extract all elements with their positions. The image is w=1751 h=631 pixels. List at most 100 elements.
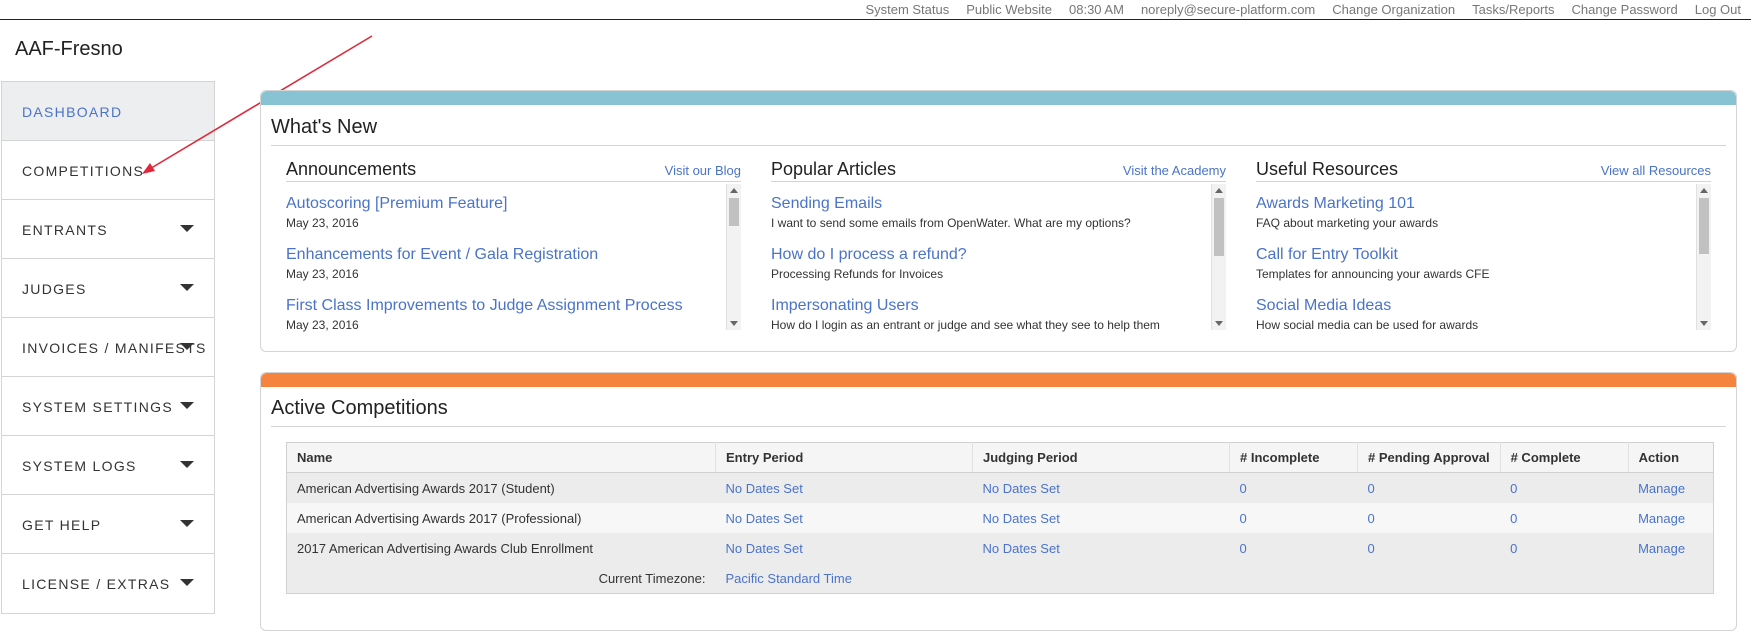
articles-scrollbar[interactable] [1211,184,1226,330]
scroll-thumb[interactable] [1699,198,1709,254]
announcements-title: Announcements [286,159,417,179]
sidebar-item-system-logs[interactable]: SYSTEM LOGS [2,436,214,495]
caret-down-icon[interactable] [180,579,194,586]
announcement-link[interactable]: Autoscoring [Premium Feature] [286,195,507,213]
complete-count-link[interactable]: 0 [1500,533,1629,563]
resource-link[interactable]: Call for Entry Toolkit [1256,246,1489,264]
list-item: Autoscoring [Premium Feature] May 23, 20… [286,195,507,230]
scroll-thumb[interactable] [1214,198,1224,256]
pending-approval-count-link[interactable]: 0 [1357,472,1501,503]
sidebar-item-competitions[interactable]: COMPETITIONS [2,141,214,200]
complete-count-link[interactable]: 0 [1500,472,1629,503]
entry-period-link[interactable]: No Dates Set [715,472,973,503]
sidebar-item-get-help[interactable]: GET HELP [2,495,214,554]
judging-period-link[interactable]: No Dates Set [972,503,1230,533]
public-website-link[interactable]: Public Website [966,2,1052,17]
popular-articles-title: Popular Articles [771,159,897,179]
list-item: Social Media Ideas How social media can … [1256,297,1478,332]
sidebar-item-label: SYSTEM SETTINGS [22,399,173,415]
log-out-link[interactable]: Log Out [1695,2,1741,17]
clock-text: 08:30 AM [1069,2,1124,17]
caret-down-icon[interactable] [180,520,194,527]
sidebar-item-label: ENTRANTS [22,222,108,238]
whats-new-panel: What's New Announcements Visit our Blog … [260,90,1737,352]
resource-link[interactable]: Awards Marketing 101 [1256,195,1438,213]
sidebar-item-license-extras[interactable]: LICENSE / EXTRAS [2,554,214,613]
article-link[interactable]: Impersonating Users [771,297,1160,315]
caret-down-icon[interactable] [180,343,194,350]
table-row: American Advertising Awards 2017 (Profes… [286,503,1714,533]
list-item: Sending Emails I want to send some email… [771,195,1131,230]
article-summary: Processing Refunds for Invoices [771,267,944,281]
resource-link[interactable]: Social Media Ideas [1256,297,1478,315]
competitions-table: Name Entry Period Judging Period # Incom… [286,442,1714,594]
sidebar-item-system-settings[interactable]: SYSTEM SETTINGS [2,377,214,436]
timezone-row: Current Timezone: Pacific Standard Time [286,563,1714,594]
complete-count-link[interactable]: 0 [1500,503,1629,533]
article-link[interactable]: Sending Emails [771,195,1131,213]
visit-blog-link[interactable]: Visit our Blog [665,163,741,178]
top-links: System Status Public Website 08:30 AM no… [865,2,1741,17]
judging-period-link[interactable]: No Dates Set [972,472,1230,503]
sidebar-item-dashboard[interactable]: DASHBOARD [2,82,214,141]
announcement-date: May 23, 2016 [286,318,359,332]
active-competitions-band [261,373,1736,387]
announcements-scrollbar[interactable] [726,184,741,330]
competition-name: American Advertising Awards 2017 (Profes… [286,503,716,533]
caret-down-icon[interactable] [180,461,194,468]
article-link[interactable]: How do I process a refund? [771,246,967,264]
announcement-date: May 23, 2016 [286,216,359,230]
sidebar-item-label: INVOICES / MANIFESTS [22,340,207,356]
useful-resources-title: Useful Resources [1256,159,1399,179]
resources-scrollbar[interactable] [1696,184,1711,330]
active-competitions-panel: Active Competitions Name Entry Period Ju… [260,372,1737,631]
sidebar-item-invoices-manifests[interactable]: INVOICES / MANIFESTS [2,318,214,377]
pending-approval-count-link[interactable]: 0 [1357,503,1501,533]
visit-academy-link[interactable]: Visit the Academy [1123,163,1226,178]
sidebar-item-entrants[interactable]: ENTRANTS [2,200,214,259]
list-item: Call for Entry Toolkit Templates for ann… [1256,246,1489,281]
incomplete-count-link[interactable]: 0 [1229,503,1358,533]
pending-approval-count-link[interactable]: 0 [1357,533,1501,563]
announcement-link[interactable]: First Class Improvements to Judge Assign… [286,297,683,315]
incomplete-count-link[interactable]: 0 [1229,472,1358,503]
scroll-up-icon[interactable] [730,188,738,193]
whats-new-band [261,91,1736,105]
sidebar-item-label: SYSTEM LOGS [22,458,137,474]
system-status-link[interactable]: System Status [865,2,949,17]
judging-period-link[interactable]: No Dates Set [972,533,1230,563]
scroll-up-icon[interactable] [1215,188,1223,193]
sidebar-item-judges[interactable]: JUDGES [2,259,214,318]
announcement-link[interactable]: Enhancements for Event / Gala Registrati… [286,246,598,264]
table-header-row: Name Entry Period Judging Period # Incom… [286,442,1714,473]
useful-resources-column: Useful Resources View all Resources Awar… [1256,159,1711,332]
sidebar-item-label: DASHBOARD [22,104,123,120]
caret-down-icon[interactable] [180,284,194,291]
change-password-link[interactable]: Change Password [1572,2,1678,17]
manage-link[interactable]: Manage [1628,533,1714,563]
useful-resources-list: Awards Marketing 101 FAQ about marketing… [1256,182,1711,332]
incomplete-count-link[interactable]: 0 [1229,533,1358,563]
manage-link[interactable]: Manage [1628,503,1714,533]
change-organization-link[interactable]: Change Organization [1332,2,1455,17]
caret-down-icon[interactable] [180,225,194,232]
view-all-resources-link[interactable]: View all Resources [1601,163,1711,178]
tasks-reports-link[interactable]: Tasks/Reports [1472,2,1554,17]
sidebar-nav: DASHBOARD COMPETITIONS ENTRANTS JUDGES I… [1,81,215,614]
scroll-down-icon[interactable] [730,321,738,326]
active-competitions-title: Active Competitions [271,397,448,419]
scroll-up-icon[interactable] [1700,188,1708,193]
entry-period-link[interactable]: No Dates Set [715,503,973,533]
entry-period-link[interactable]: No Dates Set [715,533,973,563]
manage-link[interactable]: Manage [1628,472,1714,503]
competition-name: 2017 American Advertising Awards Club En… [286,533,716,563]
column-header-incomplete: # Incomplete [1229,442,1358,473]
scroll-down-icon[interactable] [1700,321,1708,326]
scroll-down-icon[interactable] [1215,321,1223,326]
timezone-label: Current Timezone: [286,563,716,594]
caret-down-icon[interactable] [180,402,194,409]
announcements-column: Announcements Visit our Blog Autoscoring… [286,159,741,332]
organization-title: AAF-Fresno [15,38,123,60]
timezone-link[interactable]: Pacific Standard Time [715,563,1714,594]
scroll-thumb[interactable] [729,198,739,226]
